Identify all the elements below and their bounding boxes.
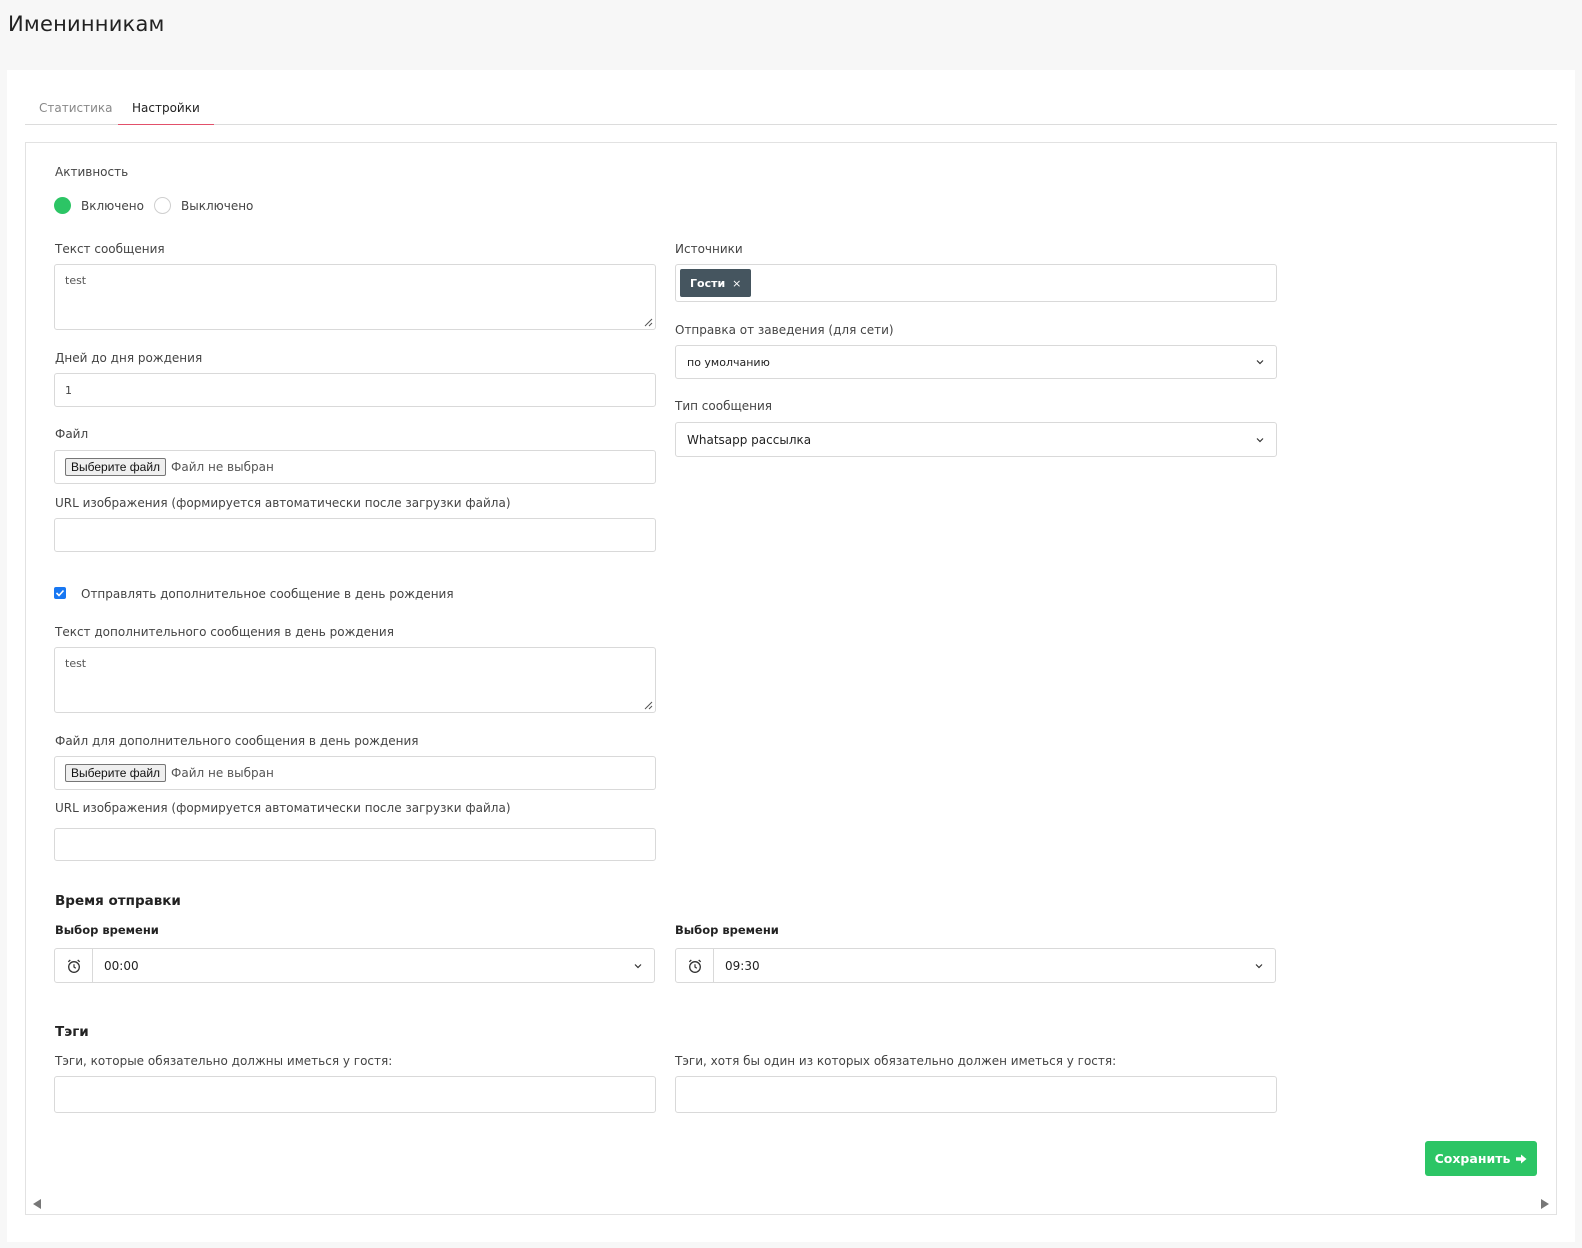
- message-type-select[interactable]: Whatsapp рассылка: [675, 422, 1277, 457]
- extra-url-label: URL изображения (формируется автоматичес…: [55, 801, 511, 815]
- message-type-label: Тип сообщения: [675, 399, 773, 413]
- any-tags-label: Тэги, хотя бы один из которых обязательн…: [675, 1054, 1117, 1068]
- arrow-right-icon: [1516, 1154, 1527, 1163]
- radio-off[interactable]: [154, 197, 171, 214]
- extra-file-input[interactable]: Выберите файл Файл не выбран: [54, 756, 656, 790]
- extra-choose-file-button[interactable]: Выберите файл: [65, 764, 167, 782]
- extra-text-value: test: [65, 657, 87, 670]
- sender-select[interactable]: по умолчанию: [675, 345, 1277, 379]
- required-tags-input[interactable]: [54, 1076, 656, 1113]
- time-left-value: 00:00: [104, 958, 139, 973]
- tab-statistics[interactable]: Статистика: [25, 98, 127, 125]
- radio-on[interactable]: [54, 197, 71, 214]
- tab-settings[interactable]: Настройки: [118, 98, 214, 125]
- time-left-icon-cell: [55, 949, 93, 982]
- image-url-input[interactable]: [54, 518, 656, 552]
- time-left-select[interactable]: 00:00: [54, 948, 655, 983]
- checkmark-icon: [55, 589, 65, 597]
- sources-label: Источники: [675, 242, 743, 256]
- file-input[interactable]: Выберите файл Файл не выбран: [54, 450, 656, 484]
- horizontal-scrollbar[interactable]: [26, 1194, 1556, 1214]
- sender-label: Отправка от заведения (для сети): [675, 323, 894, 337]
- time-left-label: Выбор времени: [55, 923, 159, 937]
- time-right-value: 09:30: [725, 958, 760, 973]
- file-status: Файл не выбран: [171, 460, 274, 474]
- scroll-right-icon[interactable]: [1540, 1198, 1550, 1210]
- extra-textarea[interactable]: test: [54, 647, 656, 713]
- alarm-clock-icon: [688, 959, 701, 973]
- resize-handle-icon[interactable]: [644, 701, 653, 710]
- source-tag-label: Гости: [690, 276, 726, 290]
- time-right-label: Выбор времени: [675, 923, 779, 937]
- chevron-down-icon: [634, 963, 642, 968]
- remove-tag-icon[interactable]: ×: [732, 277, 741, 290]
- save-button[interactable]: Сохранить: [1425, 1141, 1537, 1176]
- sources-multiselect[interactable]: Гости ×: [675, 264, 1277, 302]
- extra-text-label: Текст дополнительного сообщения в день р…: [55, 625, 394, 639]
- extra-file-label: Файл для дополнительного сообщения в ден…: [55, 734, 419, 748]
- extra-message-checkbox-label[interactable]: Отправлять дополнительное сообщение в де…: [81, 587, 454, 601]
- any-tags-input[interactable]: [675, 1076, 1277, 1113]
- scroll-left-icon[interactable]: [32, 1198, 42, 1210]
- radio-off-label[interactable]: Выключено: [181, 199, 253, 213]
- choose-file-button[interactable]: Выберите файл: [65, 458, 167, 476]
- send-time-heading: Время отправки: [55, 893, 181, 909]
- resize-handle-icon[interactable]: [644, 318, 653, 327]
- required-tags-label: Тэги, которые обязательно должны иметься…: [55, 1054, 393, 1068]
- settings-panel: Активность Включено Выключено Текст сооб…: [25, 142, 1557, 1215]
- tags-heading: Тэги: [55, 1024, 89, 1040]
- extra-url-input[interactable]: [54, 828, 656, 861]
- days-input[interactable]: 1: [54, 373, 656, 407]
- chevron-down-icon: [1256, 437, 1264, 442]
- days-label: Дней до дня рождения: [55, 351, 203, 365]
- message-text-value: test: [65, 274, 87, 287]
- page-title: Именинникам: [8, 12, 165, 36]
- message-text-label: Текст сообщения: [55, 242, 165, 256]
- radio-on-label[interactable]: Включено: [81, 199, 144, 213]
- message-textarea[interactable]: test: [54, 264, 656, 330]
- extra-message-checkbox[interactable]: [54, 587, 66, 599]
- activity-label: Активность: [55, 165, 129, 179]
- time-right-icon-cell: [676, 949, 714, 982]
- image-url-label: URL изображения (формируется автоматичес…: [55, 496, 511, 510]
- source-tag: Гости ×: [680, 269, 752, 297]
- time-right-select[interactable]: 09:30: [675, 948, 1276, 983]
- alarm-clock-icon: [67, 959, 80, 973]
- file-label: Файл: [55, 427, 89, 441]
- tab-bar: Статистика Настройки: [25, 94, 1557, 125]
- chevron-down-icon: [1256, 360, 1264, 365]
- sender-value: по умолчанию: [687, 355, 770, 369]
- days-value: 1: [65, 383, 72, 397]
- save-button-label: Сохранить: [1434, 1151, 1511, 1166]
- content-card: Статистика Настройки Активность Включено…: [7, 70, 1575, 1242]
- extra-file-status: Файл не выбран: [171, 766, 274, 780]
- chevron-down-icon: [1255, 963, 1263, 968]
- message-type-value: Whatsapp рассылка: [687, 432, 812, 447]
